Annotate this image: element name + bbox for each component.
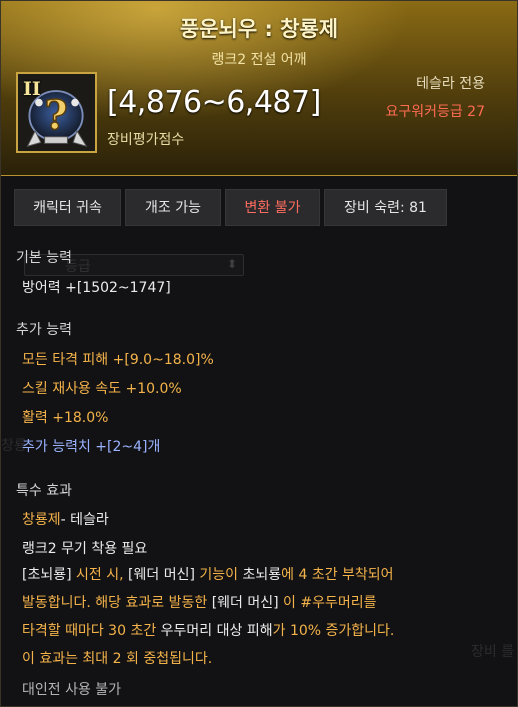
required-level: 요구워커등급 27 — [385, 104, 485, 120]
skill-name: 초뇌룡 — [242, 567, 282, 583]
tag-character-bound: 캐릭터 귀속 — [14, 189, 121, 226]
shoulder-item-icon[interactable]: ? II — [16, 72, 97, 153]
gear-score-label: 장비평가점수 — [107, 132, 185, 148]
special-effect-description: [초뇌룡] 시전 시, [웨더 머신] 기능이 초뇌룡에 4 초간 부착되어 발… — [22, 561, 502, 673]
skill-name: [웨더 머신] — [211, 595, 279, 611]
set-name-line: 창룡제- 테슬라 — [22, 509, 109, 529]
tag-equipment-mastery: 장비 숙련: 81 — [324, 189, 447, 226]
extra-stat-cooldown: 스킬 재사용 속도 +10.0% — [22, 381, 182, 397]
rank-badge: II — [23, 78, 41, 100]
skill-name: [웨더 머신] — [128, 567, 195, 583]
effect-text: 시전 시, — [71, 567, 129, 583]
extra-ability-heading: 추가 능력 — [16, 322, 72, 338]
tag-modifiable: 개조 가능 — [125, 189, 221, 226]
effect-line-1: [초뇌룡] 시전 시, [웨더 머신] 기능이 초뇌룡에 4 초간 부착되어 — [22, 561, 502, 589]
defense-stat: 방어력 +[1502~1747] — [22, 280, 171, 296]
pvp-restriction-note: 대인전 사용 불가 — [22, 682, 122, 698]
effect-line-3: 타격할 때마다 30 초간 우두머리 대상 피해가 10% 증가합니다. — [22, 617, 502, 645]
effect-line-2: 발동합니다. 해당 효과로 발동한 [웨더 머신] 이 #우두머리를 — [22, 589, 502, 617]
effect-text: 가 10% 증가합니다. — [272, 623, 395, 639]
svg-text:?: ? — [44, 93, 67, 139]
item-title: 풍운뇌우 : 창룡제 — [179, 17, 339, 41]
effect-line-4: 이 효과는 최대 2 회 중첩됩니다. — [22, 651, 213, 667]
set-suffix: - 테슬라 — [60, 512, 109, 528]
effect-text: 발동합니다. 해당 효과로 발동한 — [22, 595, 212, 611]
tag-no-conversion: 변환 불가 — [225, 189, 320, 226]
effect-text: 타격할 때마다 30 초간 — [22, 623, 161, 639]
effect-text: 이 #우두머리를 — [278, 595, 377, 611]
special-effect-heading: 특수 효과 — [16, 483, 72, 499]
effect-keyword: 우두머리 대상 피해 — [160, 623, 273, 639]
ghost-select-arrow-icon: ⬍ — [226, 257, 237, 271]
item-tooltip: 풍운뇌우 : 창룡제 랭크2 전설 어깨 ? II [4,876~6,487] … — [0, 0, 518, 707]
extra-stat-count: 추가 능력치 +[2~4]개 — [22, 439, 161, 455]
weapon-requirement: 랭크2 무기 착용 필요 — [22, 541, 148, 557]
skill-name: [초뇌룡] — [22, 567, 72, 583]
effect-text: 기능이 — [194, 567, 243, 583]
item-rank-type: 랭크2 전설 어깨 — [211, 52, 307, 68]
basic-ability-heading: 기본 능력 — [16, 250, 72, 266]
extra-stat-vitality: 활력 +18.0% — [22, 410, 109, 426]
tooltip-header: 풍운뇌우 : 창룡제 랭크2 전설 어깨 ? II [4,876~6,487] … — [1, 1, 517, 176]
class-restriction: 테슬라 전용 — [416, 76, 485, 92]
set-name: 창룡제 — [22, 512, 61, 528]
gear-score-value: [4,876~6,487] — [107, 85, 321, 120]
effect-text: 에 4 초간 부착되어 — [281, 567, 394, 583]
extra-stat-all-damage: 모든 타격 피해 +[9.0~18.0]% — [22, 352, 214, 368]
